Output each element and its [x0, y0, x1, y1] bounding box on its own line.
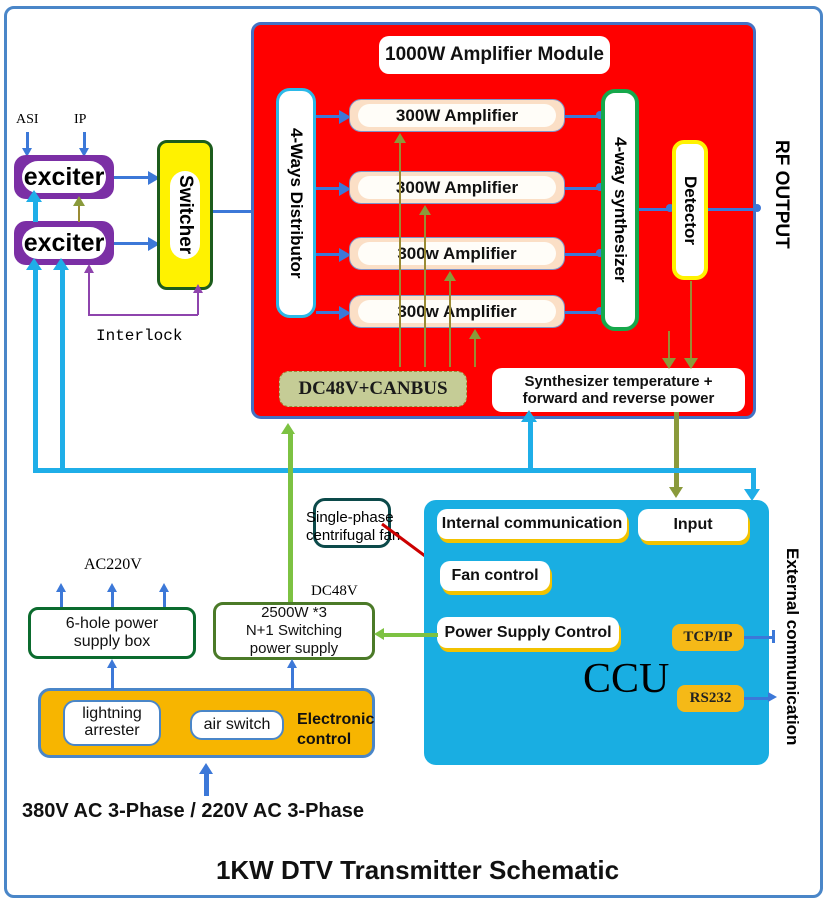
dc48v-power-line [288, 432, 293, 616]
interlock-arrow-switcher-icon [193, 284, 203, 293]
amplifier-4[interactable]: 300w Amplifier [349, 295, 565, 328]
synthesizer-label: 4-way synthesizer [611, 137, 630, 283]
tcpip-external-cap [772, 630, 775, 643]
distributor-label: 4-Ways Distributor [287, 127, 306, 279]
four-way-synthesizer[interactable]: 4-way synthesizer [601, 89, 639, 331]
ac220v-out-1-arrow-icon [56, 583, 66, 592]
switcher-label: Switcher [175, 175, 196, 255]
power-supply-control-link-line [382, 633, 438, 637]
lightning-arrester-label: lightning arrester [82, 705, 142, 739]
power-supply-control-link-arrow-icon [374, 628, 384, 640]
air-switch-block[interactable]: air switch [190, 710, 284, 740]
canbus-feed-amp-1-line [399, 139, 401, 367]
synth-telemetry-arrow-icon [662, 358, 676, 369]
detector-telemetry-arrow-icon [684, 358, 698, 369]
bus-to-exciter-2-arrow-icon [26, 258, 42, 270]
mains-input-arrow-icon [199, 763, 213, 774]
rf-output-node-icon [753, 204, 761, 212]
detector-label: Detector [681, 175, 700, 245]
bus-to-amplifier-module-line [528, 417, 533, 470]
telemetry-to-ccu-input-line [674, 412, 679, 490]
switching-power-supply-label: 2500W *3 N+1 Switching power supply [245, 604, 343, 657]
ccu-port-rs232[interactable]: RS232 [677, 685, 744, 712]
ec-to-switching-arrow-icon [287, 659, 297, 668]
canbus-feed-amp-3-line [449, 277, 451, 367]
schematic-page: ASI IP exciter exciter Switcher Interloc… [0, 0, 835, 914]
tcpip-external-line [744, 636, 774, 639]
canbus-feed-amp-3-arrow-icon [444, 271, 456, 281]
amplifier-1-label: 300W Amplifier [358, 104, 556, 127]
exciter-feedback-arrow-icon [26, 190, 42, 202]
canbus-feed-amp-4-line [474, 335, 476, 367]
amplifier-2[interactable]: 300W Amplifier [349, 171, 565, 204]
ec-to-six-hole-line [111, 665, 114, 690]
amplifier-module-title: 1000W Amplifier Module [379, 36, 610, 74]
exciter-2-to-switcher-line [114, 242, 150, 245]
bus-to-exciter-1-line [60, 265, 65, 470]
amplifier-3-label: 300w Amplifier [358, 242, 556, 265]
lightning-arrester-block[interactable]: lightning arrester [63, 700, 161, 746]
ec-to-switching-line [291, 665, 294, 690]
six-hole-power-supply-box[interactable]: 6-hole power supply box [28, 607, 196, 659]
ccu-fan-control-block[interactable]: Fan control [440, 561, 550, 591]
amplifier-3[interactable]: 300w Amplifier [349, 237, 565, 270]
canbus-feed-amp-1-arrow-icon [394, 133, 406, 143]
interlock-line-h [88, 314, 198, 316]
amplifier-1[interactable]: 300W Amplifier [349, 99, 565, 132]
dc48v-power-arrow-icon [281, 423, 295, 434]
switching-power-supply-box[interactable]: 2500W *3 N+1 Switching power supply [213, 602, 375, 660]
telemetry-to-ccu-input-arrow-icon [669, 487, 683, 498]
dc48v-canbus-block[interactable]: DC48V+CANBUS [279, 371, 467, 407]
bus-to-exciter-1-arrow-icon [53, 258, 69, 270]
interlock-label: Interlock [96, 327, 183, 345]
exciter-1-label: exciter [22, 161, 106, 193]
synthesizer-telemetry-block: Synthesizer temperature + forward and re… [492, 368, 745, 412]
switcher-block[interactable]: Switcher [157, 140, 213, 290]
canbus-feed-amp-2-line [424, 211, 426, 367]
amplifier-2-label: 300W Amplifier [358, 176, 556, 199]
interlock-arrow-exciter-icon [84, 264, 94, 273]
interlock-line-v-left [88, 272, 90, 315]
six-hole-power-supply-label: 6-hole power supply box [65, 614, 159, 650]
ccu-port-tcpip[interactable]: TCP/IP [672, 624, 744, 651]
bus-to-amplifier-module-arrow-icon [521, 410, 537, 422]
bus-to-exciter-2-line [33, 265, 38, 470]
dc48v-label: DC48V [311, 583, 358, 599]
ccu-input-block[interactable]: Input [638, 509, 748, 541]
ip-input-label: IP [74, 112, 87, 127]
air-switch-label: air switch [203, 715, 271, 733]
detector-telemetry-line [690, 281, 692, 363]
interlock-line-v-right [197, 290, 199, 315]
ac220v-out-2-arrow-icon [107, 583, 117, 592]
external-communication-label: External communication [783, 548, 802, 746]
mains-input-line [204, 772, 209, 796]
asi-input-label: ASI [16, 112, 39, 127]
electronic-control-label: Electronic control [297, 711, 375, 748]
rs232-external-line [744, 697, 770, 700]
diagram-title: 1KW DTV Transmitter Schematic [215, 855, 620, 885]
four-ways-distributor[interactable]: 4-Ways Distributor [276, 88, 316, 318]
ccu-name-label: CCU [583, 656, 670, 702]
ac220v-label: AC220V [84, 556, 142, 573]
canbus-feed-amp-2-arrow-icon [419, 205, 431, 215]
exciter-sync-arrow-icon [73, 196, 85, 206]
rf-output-label: RF OUTPUT [771, 140, 792, 249]
internal-comm-bus-line [33, 468, 756, 473]
ccu-power-supply-control-block[interactable]: Power Supply Control [437, 617, 619, 648]
exciter-1-to-switcher-line [114, 176, 150, 179]
canbus-feed-amp-4-arrow-icon [469, 329, 481, 339]
detector-block[interactable]: Detector [672, 140, 708, 280]
ec-to-six-hole-arrow-icon [107, 659, 117, 668]
rs232-external-arrow-icon [768, 692, 777, 702]
mains-input-label: 380V AC 3-Phase / 220V AC 3-Phase [22, 800, 365, 822]
amplifier-4-label: 300w Amplifier [358, 300, 556, 323]
exciter-2-label: exciter [22, 227, 106, 259]
ac220v-out-3-arrow-icon [159, 583, 169, 592]
ccu-internal-communication-block[interactable]: Internal communication [437, 509, 627, 539]
